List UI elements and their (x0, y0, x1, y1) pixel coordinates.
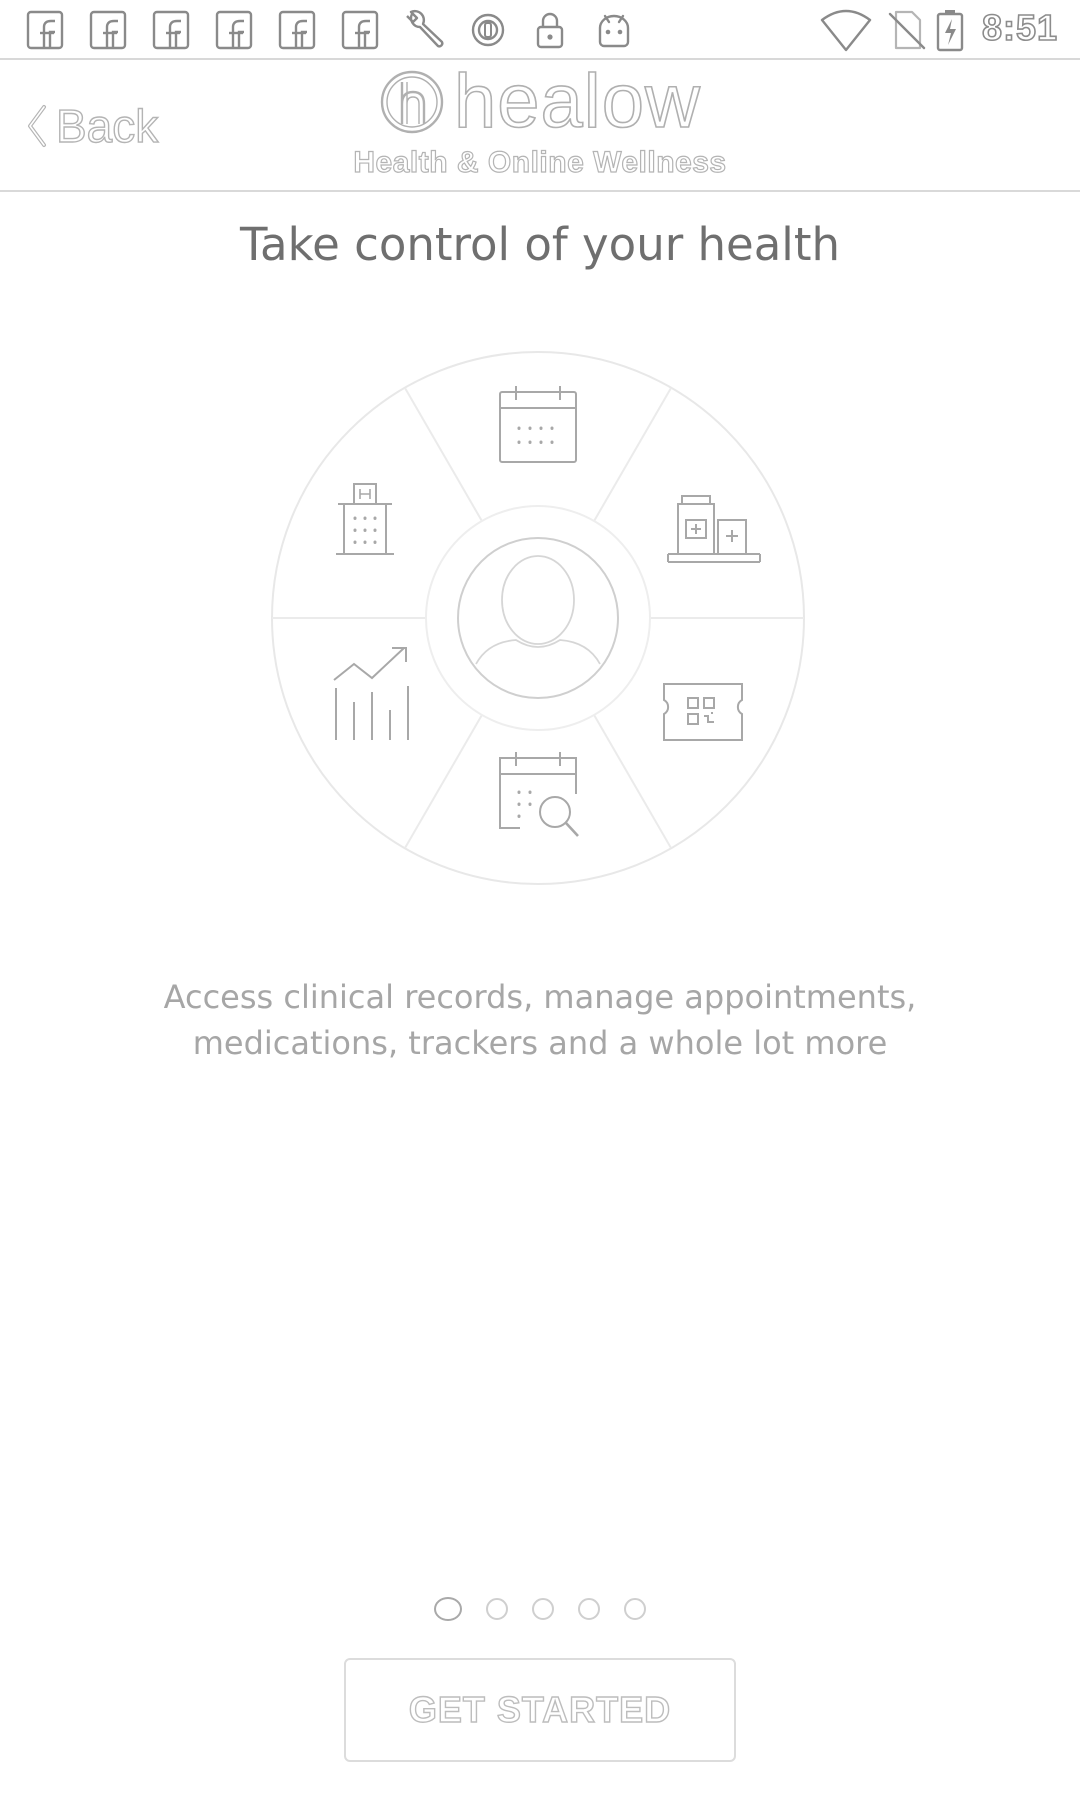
app-header: Back healow Health & Online Wellness (0, 62, 1080, 192)
facebook-icon (339, 8, 383, 52)
brand-tagline: Health & Online Wellness (353, 145, 727, 179)
onboarding-description: Access clinical records, manage appointm… (163, 978, 917, 1062)
page-title: Take control of your health (240, 218, 840, 271)
features-wheel (268, 348, 808, 888)
brand-logo: healow (378, 59, 701, 144)
lock-icon (528, 8, 572, 52)
facebook-icon (24, 8, 68, 52)
wifi-icon (820, 8, 872, 52)
facebook-icon (276, 8, 320, 52)
facebook-icon (213, 8, 257, 52)
page-dot-1[interactable] (434, 1597, 462, 1621)
get-started-label: GET STARTED (408, 1688, 672, 1730)
healow-logo-icon (378, 68, 446, 136)
brand-name: healow (453, 59, 701, 144)
vpn-key-icon (466, 8, 510, 52)
status-time: 8:51 (981, 6, 1058, 49)
get-started-button[interactable]: GET STARTED (344, 1658, 736, 1762)
facebook-icon (150, 8, 194, 52)
page-dot-5[interactable] (624, 1598, 646, 1620)
page-dot-4[interactable] (578, 1598, 600, 1620)
page-dot-2[interactable] (486, 1598, 508, 1620)
page-dot-3[interactable] (532, 1598, 554, 1620)
no-sim-icon (884, 8, 928, 52)
facebook-icon (87, 8, 131, 52)
page-indicator (0, 1594, 1080, 1624)
android-icon (592, 8, 636, 52)
battery-charging-icon (934, 8, 966, 52)
wrench-icon (402, 8, 446, 52)
back-label: Back (55, 99, 159, 152)
chevron-left-icon (22, 103, 50, 149)
status-bar: 8:51 (0, 0, 1080, 60)
